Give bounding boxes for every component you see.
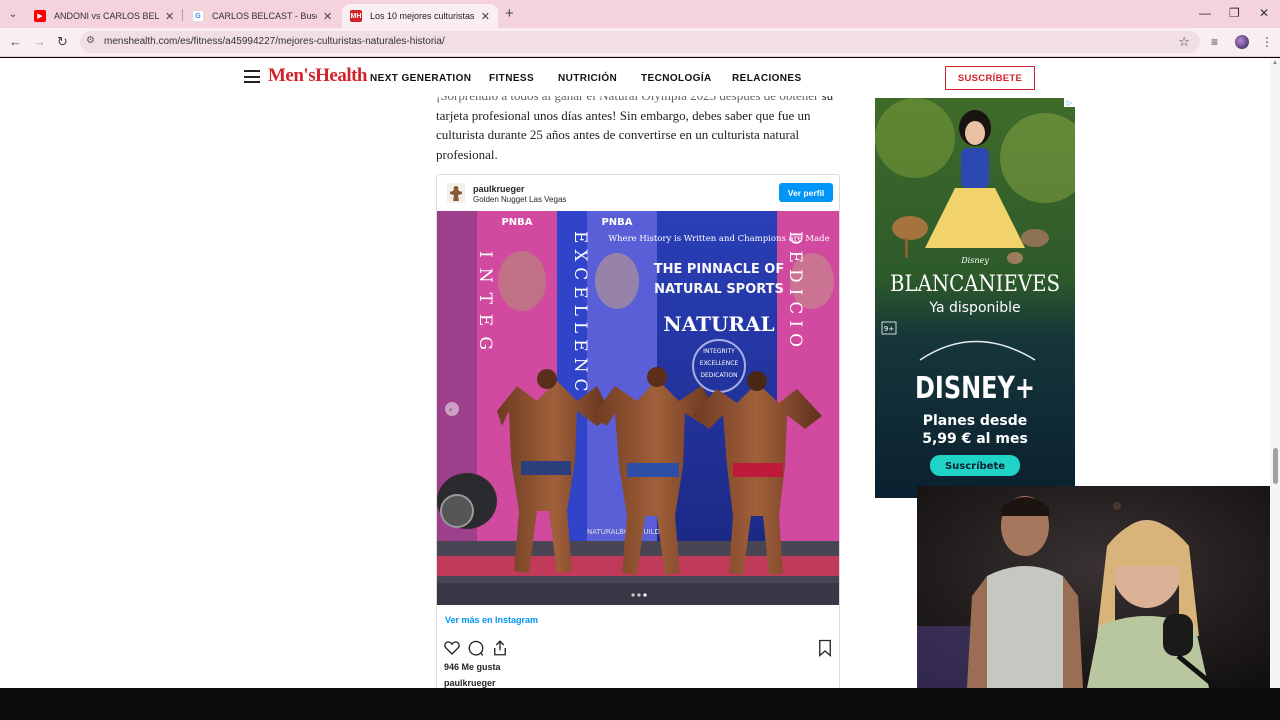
back-arrow-icon[interactable]: ←: [9, 34, 22, 49]
photo-banner-main-1: THE PINNACLE OF: [654, 262, 785, 277]
svg-text:‹: ‹: [449, 405, 452, 414]
nav-next-generation[interactable]: NEXT GENERATION: [370, 73, 471, 84]
ad-brand-small: Disney: [960, 256, 989, 265]
close-window-icon[interactable]: ✕: [1259, 6, 1269, 20]
carousel-dot-active: [643, 593, 647, 597]
photo-value-1: INTEGRITY: [703, 348, 735, 355]
comment-icon[interactable]: [467, 639, 485, 657]
hamburger-menu-icon[interactable]: [244, 70, 260, 83]
url-text[interactable]: menshealth.com/es/fitness/a45994227/mejo…: [104, 36, 445, 47]
instagram-photo[interactable]: PNBA PNBA Where History is Written and C…: [437, 211, 839, 605]
bottom-black-bar: [0, 688, 1280, 720]
tab-strip: ⌄ ▶ ANDONI vs CARLOS BELCAST | ✕ G CARLO…: [0, 0, 1280, 28]
profile-avatar[interactable]: [1235, 35, 1249, 49]
tab-title: CARLOS BELCAST - Buscar con: [212, 11, 317, 21]
photo-logo-text: PNBA: [501, 217, 532, 228]
ad-offer-line1: Planes desde: [923, 413, 1028, 429]
reload-icon[interactable]: ↻: [57, 34, 68, 50]
instagram-location[interactable]: Golden Nugget Las Vegas: [473, 195, 566, 204]
tab-menshealth[interactable]: MH Los 10 mejores culturistas natu ✕: [342, 4, 498, 28]
nav-tecnologia[interactable]: TECNOLOGÍA: [641, 73, 712, 84]
caption-username[interactable]: paulkrueger: [444, 678, 496, 688]
menu-kebab-icon[interactable]: ⋮: [1261, 35, 1273, 49]
save-bookmark-icon[interactable]: [817, 639, 833, 657]
ad-rating: 9+: [884, 325, 894, 333]
nav-relaciones[interactable]: RELACIONES: [732, 73, 802, 84]
address-bar[interactable]: ⚙ menshealth.com/es/fitness/a45994227/me…: [80, 31, 1200, 53]
photo-side-letters-right: DEDICIO: [785, 231, 805, 353]
ad-title: BLANCANIEVES: [890, 272, 1060, 297]
close-tab-icon[interactable]: ✕: [323, 10, 332, 23]
nav-nutricion[interactable]: NUTRICIÓN: [558, 73, 617, 84]
site-info-icon[interactable]: ⚙: [86, 35, 95, 46]
instagram-avatar[interactable]: [447, 183, 465, 203]
photo-side-letters-mid: EXCELLENC: [570, 231, 590, 398]
ad-cta: Suscríbete: [945, 460, 1005, 472]
instagram-embed: paulkrueger Golden Nugget Las Vegas Ver …: [436, 174, 840, 688]
tab-title: Los 10 mejores culturistas natu: [370, 11, 475, 21]
article-body: ¡Sorprendió a todos al ganar el Natural …: [436, 86, 840, 164]
photo-value-2: EXCELLENCE: [700, 360, 739, 367]
toolbar: ← → ↻ ⚙ menshealth.com/es/fitness/a45994…: [0, 28, 1280, 57]
close-tab-icon[interactable]: ✕: [481, 10, 490, 23]
disney-plus-logo: DISNEY+: [915, 371, 1035, 406]
forward-arrow-icon[interactable]: →: [33, 34, 46, 49]
site-navigation: Men'sHealth NEXT GENERATION FITNESS NUTR…: [0, 58, 1270, 96]
view-more-instagram-link[interactable]: Ver más en Instagram: [445, 615, 538, 625]
photo-banner-natural: NATURAL: [663, 312, 774, 336]
carousel-dot: [637, 593, 641, 597]
instagram-header: paulkrueger Golden Nugget Las Vegas Ver …: [437, 175, 839, 211]
ad-offer-line2: 5,99 € al mes: [922, 431, 1028, 447]
photo-logo-text: PNBA: [601, 217, 632, 228]
photo-banner-main-2: NATURAL SPORTS: [654, 282, 784, 297]
menshealth-icon: MH: [350, 10, 362, 22]
scroll-up-arrow-icon[interactable]: ▲: [1272, 60, 1278, 66]
view-profile-button[interactable]: Ver perfil: [779, 183, 833, 202]
share-icon[interactable]: [491, 639, 509, 657]
ad-subtitle: Ya disponible: [928, 300, 1020, 316]
adchoices-icon[interactable]: ▷: [1064, 98, 1075, 107]
photo-value-3: DEDICATION: [700, 372, 737, 379]
subscribe-button[interactable]: SUSCRÍBETE: [945, 66, 1035, 90]
photo-side-letters-left: INTEG: [475, 251, 495, 360]
tab-youtube[interactable]: ▶ ANDONI vs CARLOS BELCAST | ✕: [26, 4, 182, 28]
carousel-dot: [631, 593, 635, 597]
bookmark-star-icon[interactable]: ☆: [1178, 34, 1190, 50]
google-icon: G: [192, 10, 204, 22]
tab-search-chevron-icon[interactable]: ⌄: [4, 5, 22, 23]
close-tab-icon[interactable]: ✕: [165, 10, 174, 23]
youtube-icon: ▶: [34, 10, 46, 22]
minimize-icon[interactable]: —: [1199, 6, 1211, 20]
likes-count: 946 Me gusta: [444, 662, 501, 672]
instagram-username[interactable]: paulkrueger: [473, 184, 525, 194]
webcam-overlay: [917, 486, 1280, 688]
nav-fitness[interactable]: FITNESS: [489, 73, 534, 84]
like-heart-icon[interactable]: [443, 639, 461, 657]
tab-title: ANDONI vs CARLOS BELCAST |: [54, 11, 159, 21]
instagram-actions: [443, 639, 833, 659]
new-tab-plus-icon[interactable]: +: [505, 5, 514, 22]
tab-separator: [182, 9, 183, 21]
restore-icon[interactable]: ❐: [1229, 6, 1240, 20]
menshealth-logo[interactable]: Men'sHealth: [268, 65, 368, 87]
tab-google-search[interactable]: G CARLOS BELCAST - Buscar con ✕: [184, 4, 340, 28]
scrollbar-thumb[interactable]: [1273, 448, 1278, 484]
media-controls-icon[interactable]: ≡: [1211, 35, 1218, 49]
disney-plus-ad[interactable]: Disney BLANCANIEVES Ya disponible 9+ DIS…: [875, 98, 1075, 498]
page-scrollbar[interactable]: ▲: [1270, 58, 1280, 688]
